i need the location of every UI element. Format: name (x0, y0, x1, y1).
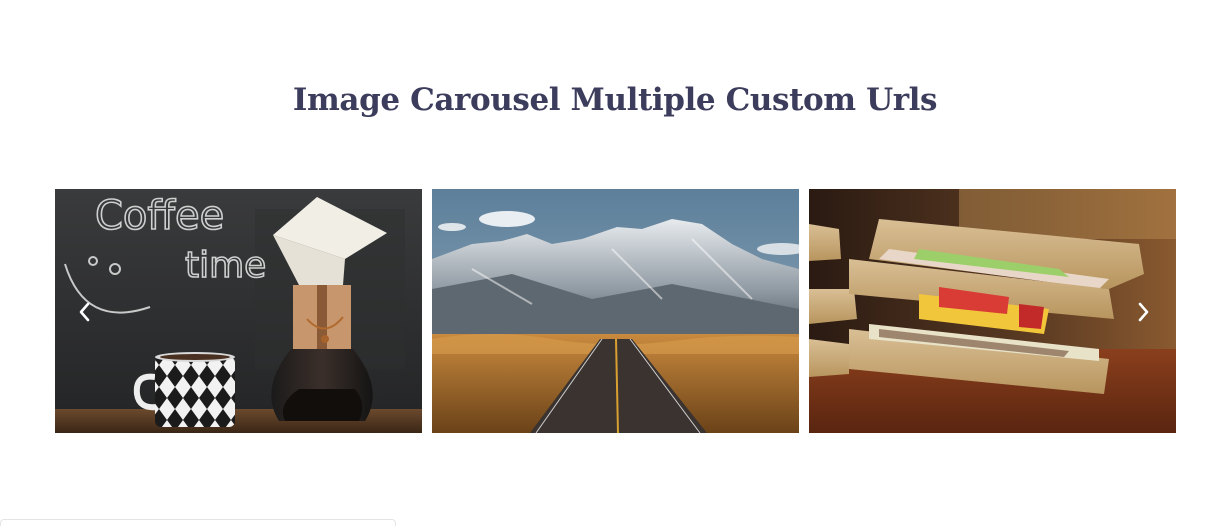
carousel-next-button[interactable] (1131, 299, 1155, 325)
chevron-right-icon (1138, 302, 1149, 322)
carousel-slide-coffee[interactable]: Coffee time (55, 189, 422, 433)
chevron-left-icon (79, 302, 90, 322)
chalk-text-coffee: Coffee (95, 193, 224, 239)
carousel-slide-mountain-road[interactable] (432, 189, 799, 433)
image-carousel: Coffee time (55, 189, 1176, 433)
carousel-slide-sandwich[interactable] (809, 189, 1176, 433)
bottom-panel-edge (0, 519, 396, 526)
carousel-prev-button[interactable] (73, 299, 97, 325)
chalk-text-time: time (185, 245, 266, 286)
page-title: Image Carousel Multiple Custom Urls (292, 82, 938, 118)
mountain-road-image (432, 189, 799, 433)
coffee-image: Coffee time (55, 189, 422, 433)
sandwich-image (809, 189, 1176, 433)
page: Image Carousel Multiple Custom Urls Coff… (0, 0, 1230, 526)
